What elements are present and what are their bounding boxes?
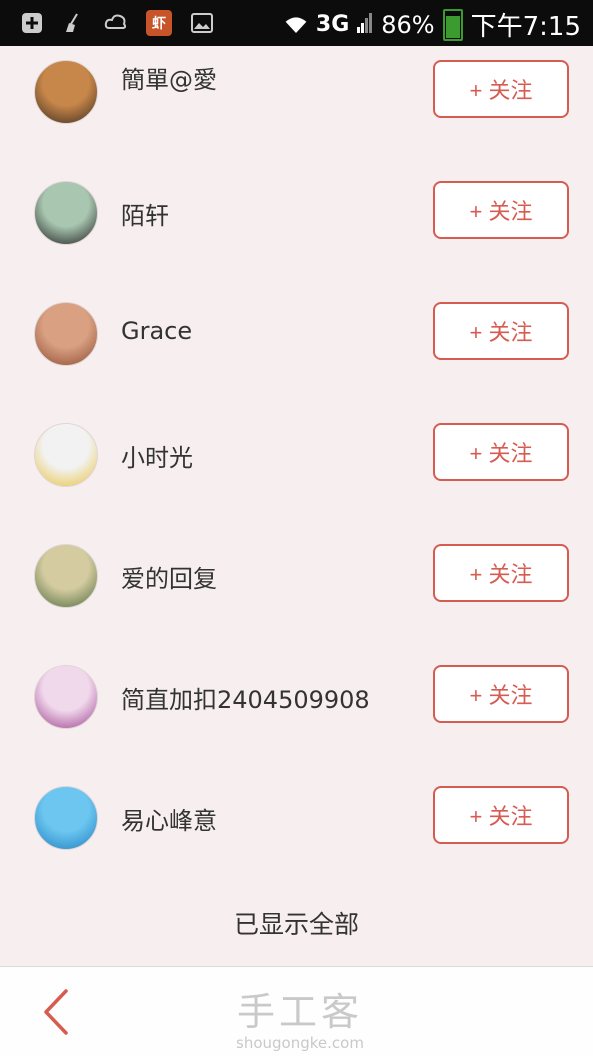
list-item[interactable]: 簡單@愛 + 关注 bbox=[0, 31, 593, 152]
user-name[interactable]: 簡單@愛 bbox=[121, 60, 217, 95]
list-item[interactable]: 简直加扣2404509908 + 关注 bbox=[0, 636, 593, 757]
follow-button[interactable]: + 关注 bbox=[433, 544, 569, 602]
follow-button[interactable]: + 关注 bbox=[433, 181, 569, 239]
list-item[interactable]: 陌轩 + 关注 bbox=[0, 152, 593, 273]
user-name[interactable]: 简直加扣2404509908 bbox=[121, 680, 370, 715]
list-item[interactable]: Grace + 关注 bbox=[0, 273, 593, 394]
follow-button[interactable]: + 关注 bbox=[433, 786, 569, 844]
back-arrow-icon[interactable] bbox=[36, 987, 76, 1037]
list-item[interactable]: 爱的回复 + 关注 bbox=[0, 515, 593, 636]
user-name[interactable]: 小时光 bbox=[121, 438, 193, 473]
list-item[interactable]: 小时光 + 关注 bbox=[0, 394, 593, 515]
user-name[interactable]: 爱的回复 bbox=[121, 559, 217, 594]
avatar[interactable] bbox=[34, 665, 98, 729]
follow-button[interactable]: + 关注 bbox=[433, 665, 569, 723]
user-name[interactable]: 陌轩 bbox=[121, 196, 169, 231]
end-of-list-label: 已显示全部 bbox=[233, 910, 359, 939]
avatar[interactable] bbox=[34, 544, 98, 608]
list-item[interactable]: 易心峰意 + 关注 bbox=[0, 757, 593, 878]
user-name[interactable]: 易心峰意 bbox=[121, 801, 217, 836]
avatar[interactable] bbox=[34, 302, 98, 366]
watermark: 手工客 shougongke.com bbox=[200, 981, 400, 1052]
follow-button[interactable]: + 关注 bbox=[433, 60, 569, 118]
watermark-logo-text: 手工客 bbox=[236, 990, 363, 1034]
avatar[interactable] bbox=[34, 423, 98, 487]
user-name[interactable]: Grace bbox=[121, 317, 192, 345]
bottom-bar: 手工客 shougongke.com bbox=[0, 966, 593, 1056]
watermark-url: shougongke.com bbox=[236, 1034, 364, 1052]
avatar[interactable] bbox=[34, 181, 98, 245]
follow-button[interactable]: + 关注 bbox=[433, 302, 569, 360]
avatar[interactable] bbox=[34, 60, 98, 124]
follow-button[interactable]: + 关注 bbox=[433, 423, 569, 481]
avatar[interactable] bbox=[34, 786, 98, 850]
